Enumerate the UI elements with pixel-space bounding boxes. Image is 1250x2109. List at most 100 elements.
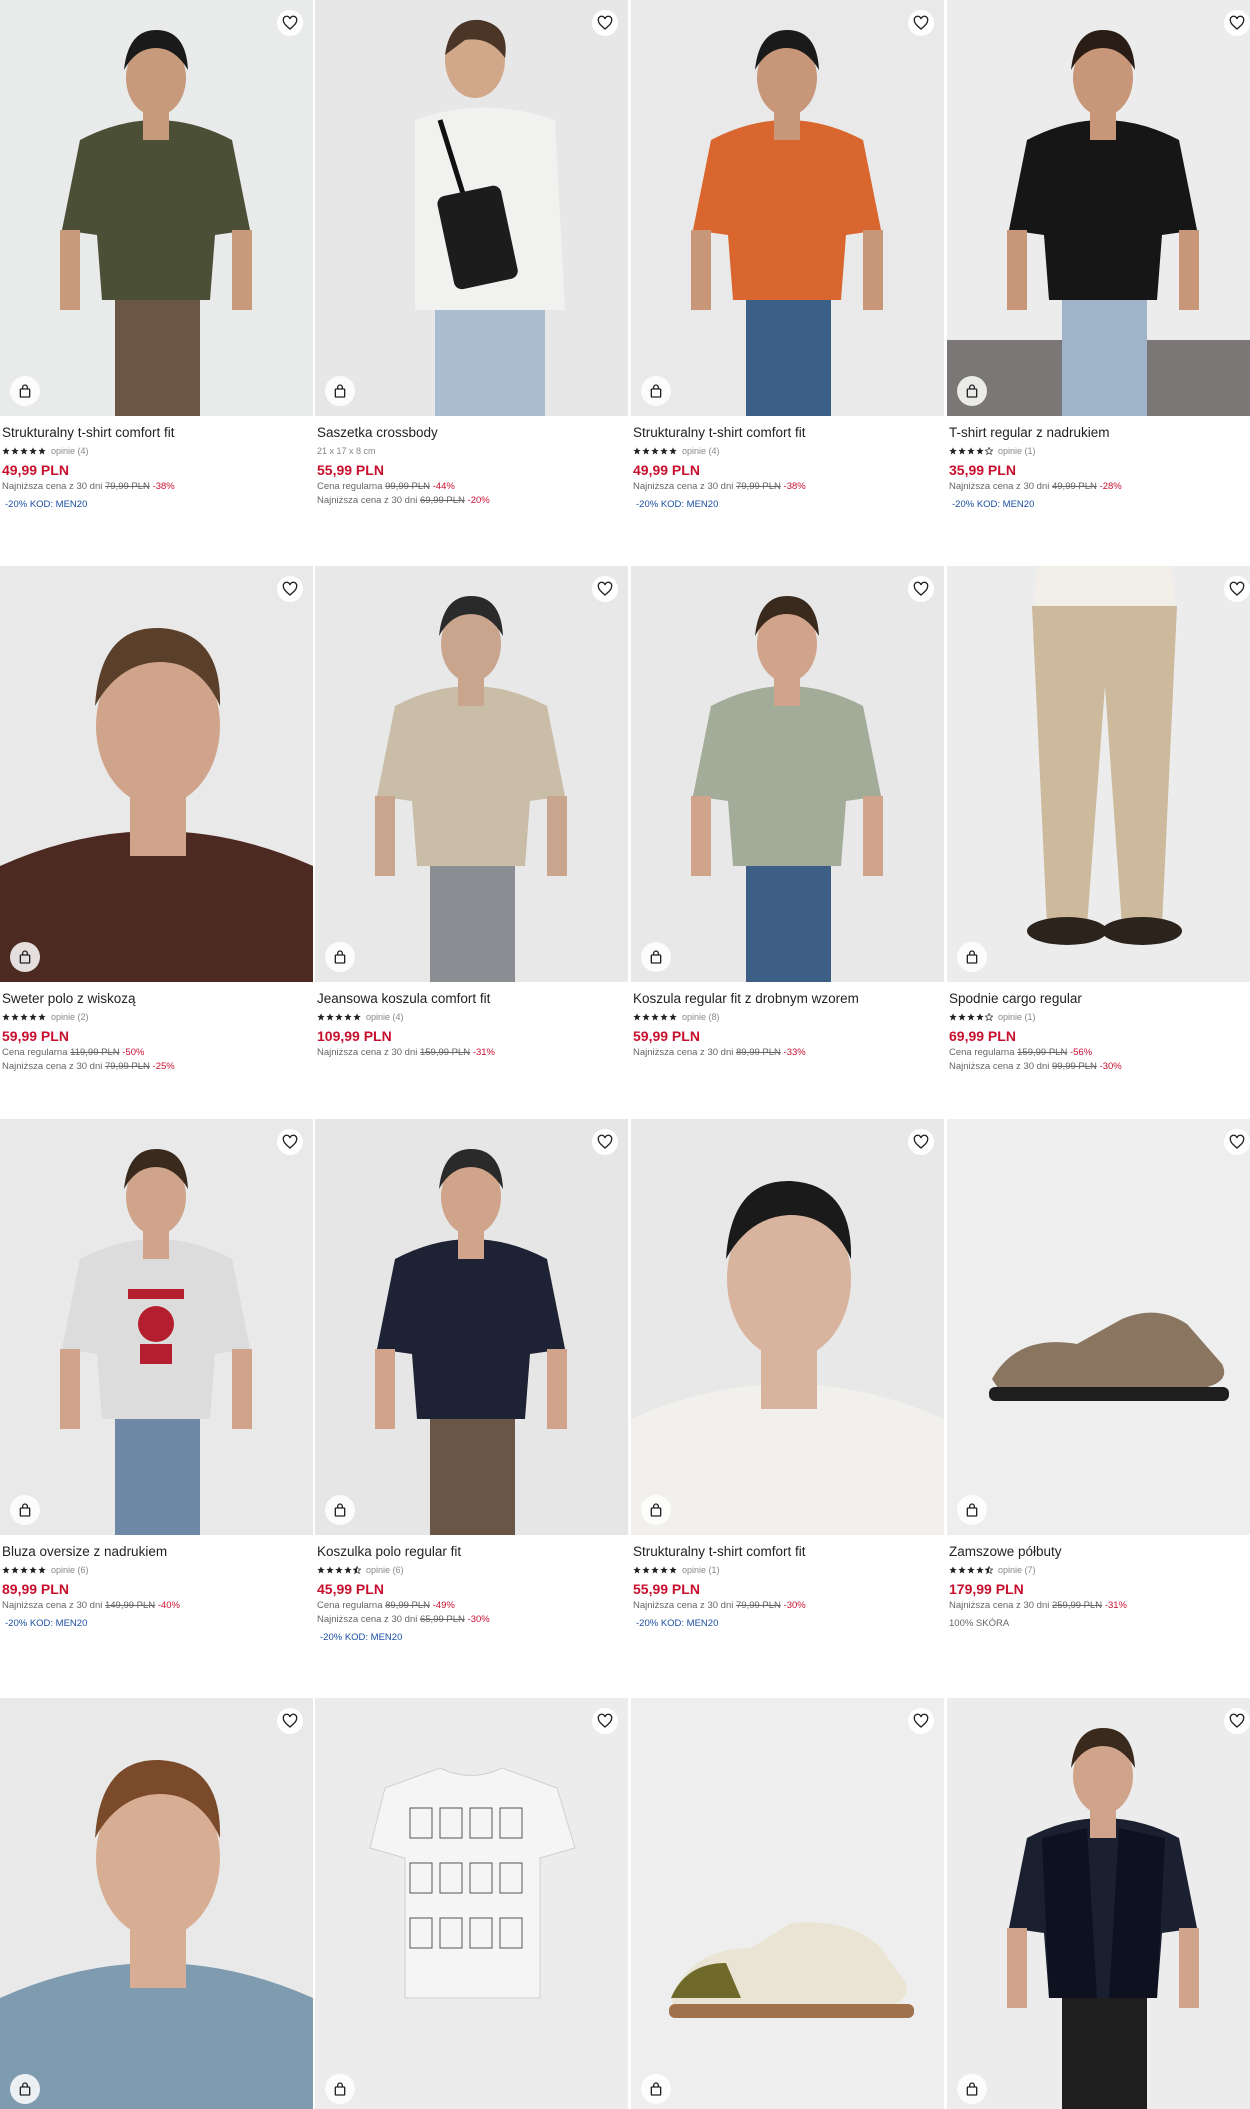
- product-image[interactable]: [947, 566, 1250, 982]
- review-count[interactable]: opinie (6): [366, 1563, 404, 1577]
- product-card[interactable]: Saszetka crossbody 21 x 17 x 8 cm 55,99 PL…: [315, 0, 628, 508]
- discount-percent: -28%: [1099, 481, 1122, 492]
- favorite-heart-icon[interactable]: [908, 10, 934, 36]
- product-card[interactable]: [315, 1698, 628, 2109]
- product-card[interactable]: Strukturalny t-shirt comfort fit opinie (…: [0, 0, 313, 512]
- product-image[interactable]: [315, 1119, 628, 1535]
- product-name[interactable]: Strukturalny t-shirt comfort fit: [633, 424, 942, 442]
- star-full-icon: [326, 1566, 334, 1574]
- review-count[interactable]: opinie (7): [998, 1563, 1036, 1577]
- product-image[interactable]: [947, 1119, 1250, 1535]
- product-image[interactable]: [0, 1698, 313, 2109]
- product-name[interactable]: Jeansowa koszula comfort fit: [317, 990, 626, 1008]
- product-image[interactable]: [947, 0, 1250, 416]
- review-count[interactable]: opinie (4): [366, 1010, 404, 1024]
- favorite-heart-icon[interactable]: [1224, 576, 1250, 602]
- favorite-heart-icon[interactable]: [1224, 10, 1250, 36]
- product-card[interactable]: T-shirt regular z nadrukiem opinie (1) 35,…: [947, 0, 1250, 512]
- product-image[interactable]: [0, 0, 313, 416]
- product-name[interactable]: Strukturalny t-shirt comfort fit: [2, 424, 311, 442]
- shopping-bag-icon[interactable]: [325, 2074, 355, 2104]
- review-count[interactable]: opinie (2): [51, 1010, 89, 1024]
- product-card[interactable]: Strukturalny t-shirt comfort fit opinie (…: [631, 0, 944, 512]
- product-name[interactable]: T-shirt regular z nadrukiem: [949, 424, 1250, 442]
- shopping-bag-icon[interactable]: [641, 376, 671, 406]
- shopping-bag-icon[interactable]: [957, 2074, 987, 2104]
- shopping-bag-icon[interactable]: [10, 2074, 40, 2104]
- product-price: 35,99 PLN: [949, 462, 1016, 478]
- favorite-heart-icon[interactable]: [908, 576, 934, 602]
- shopping-bag-icon[interactable]: [641, 942, 671, 972]
- product-image[interactable]: [0, 1119, 313, 1535]
- shopping-bag-icon[interactable]: [957, 942, 987, 972]
- shopping-bag-icon[interactable]: [325, 942, 355, 972]
- product-name[interactable]: Koszula regular fit z drobnym wzorem: [633, 990, 942, 1008]
- shopping-bag-icon[interactable]: [10, 376, 40, 406]
- product-image[interactable]: [631, 1119, 944, 1535]
- favorite-heart-icon[interactable]: [277, 1129, 303, 1155]
- discount-percent: -49%: [432, 1600, 455, 1611]
- product-card[interactable]: [631, 1698, 944, 2109]
- review-count[interactable]: opinie (1): [998, 1010, 1036, 1024]
- product-image[interactable]: [947, 1698, 1250, 2109]
- favorite-heart-icon[interactable]: [1224, 1708, 1250, 1734]
- product-card[interactable]: Koszulka polo regular fit opinie (6) 45,99…: [315, 1119, 628, 1645]
- shopping-bag-icon[interactable]: [10, 1495, 40, 1525]
- shopping-bag-icon[interactable]: [325, 1495, 355, 1525]
- review-count[interactable]: opinie (1): [682, 1563, 720, 1577]
- shopping-bag-icon[interactable]: [325, 376, 355, 406]
- shopping-bag-icon[interactable]: [641, 1495, 671, 1525]
- product-name[interactable]: Koszulka polo regular fit: [317, 1543, 626, 1561]
- favorite-heart-icon[interactable]: [277, 576, 303, 602]
- review-count[interactable]: opinie (6): [51, 1563, 89, 1577]
- review-count[interactable]: opinie (4): [51, 444, 89, 458]
- review-count[interactable]: opinie (8): [682, 1010, 720, 1024]
- product-image[interactable]: [0, 566, 313, 982]
- old-price: 89,99 PLN: [735, 1047, 781, 1058]
- shopping-bag-icon[interactable]: [957, 1495, 987, 1525]
- product-card[interactable]: [947, 1698, 1250, 2109]
- favorite-heart-icon[interactable]: [592, 576, 618, 602]
- product-card[interactable]: Bluza oversize z nadrukiem opinie (6) 89,9…: [0, 1119, 313, 1631]
- review-count[interactable]: opinie (1): [998, 444, 1036, 458]
- product-card[interactable]: Sweter polo z wiskozą opinie (2) 59,99 PLN…: [0, 566, 313, 1074]
- favorite-heart-icon[interactable]: [592, 1708, 618, 1734]
- product-image[interactable]: [631, 0, 944, 416]
- favorite-heart-icon[interactable]: [908, 1708, 934, 1734]
- product-name[interactable]: Spodnie cargo regular: [949, 990, 1250, 1008]
- rating-stars: [949, 1566, 993, 1574]
- product-card[interactable]: Koszula regular fit z drobnym wzorem opin…: [631, 566, 944, 1060]
- favorite-heart-icon[interactable]: [1224, 1129, 1250, 1155]
- shopping-bag-icon[interactable]: [957, 376, 987, 406]
- product-image[interactable]: [315, 566, 628, 982]
- product-row: Strukturalny t-shirt comfort fit opinie (…: [0, 0, 1250, 566]
- favorite-heart-icon[interactable]: [277, 1708, 303, 1734]
- star-full-icon: [335, 1566, 343, 1574]
- favorite-heart-icon[interactable]: [592, 10, 618, 36]
- shopping-bag-icon[interactable]: [10, 942, 40, 972]
- product-card[interactable]: [0, 1698, 313, 2109]
- product-name[interactable]: Sweter polo z wiskozą: [2, 990, 311, 1008]
- product-card[interactable]: Spodnie cargo regular opinie (1) 69,99 PLN…: [947, 566, 1250, 1074]
- product-info: Strukturalny t-shirt comfort fit opinie (…: [0, 416, 313, 512]
- product-card[interactable]: Jeansowa koszula comfort fit opinie (4) 10…: [315, 566, 628, 1060]
- favorite-heart-icon[interactable]: [592, 1129, 618, 1155]
- shopping-bag-icon[interactable]: [641, 2074, 671, 2104]
- product-name[interactable]: Zamszowe półbuty: [949, 1543, 1250, 1561]
- price-history-line: Najniższa cena z 30 dni 79,99 PLN -30%: [633, 1600, 806, 1611]
- rating: opinie (1): [949, 1010, 1250, 1024]
- product-image[interactable]: [631, 566, 944, 982]
- product-image[interactable]: [631, 1698, 944, 2109]
- product-name[interactable]: Bluza oversize z nadrukiem: [2, 1543, 311, 1561]
- product-image[interactable]: [315, 1698, 628, 2109]
- favorite-heart-icon[interactable]: [908, 1129, 934, 1155]
- favorite-heart-icon[interactable]: [277, 10, 303, 36]
- product-image[interactable]: [315, 0, 628, 416]
- old-price: 49,99 PLN: [1051, 481, 1097, 492]
- product-card[interactable]: Strukturalny t-shirt comfort fit opinie (…: [631, 1119, 944, 1631]
- review-count[interactable]: opinie (4): [682, 444, 720, 458]
- product-name[interactable]: Saszetka crossbody: [317, 424, 626, 442]
- product-card[interactable]: Zamszowe półbuty opinie (7) 179,99 PLN Najn…: [947, 1119, 1250, 1631]
- product-name[interactable]: Strukturalny t-shirt comfort fit: [633, 1543, 942, 1561]
- discount-percent: -31%: [1104, 1600, 1127, 1611]
